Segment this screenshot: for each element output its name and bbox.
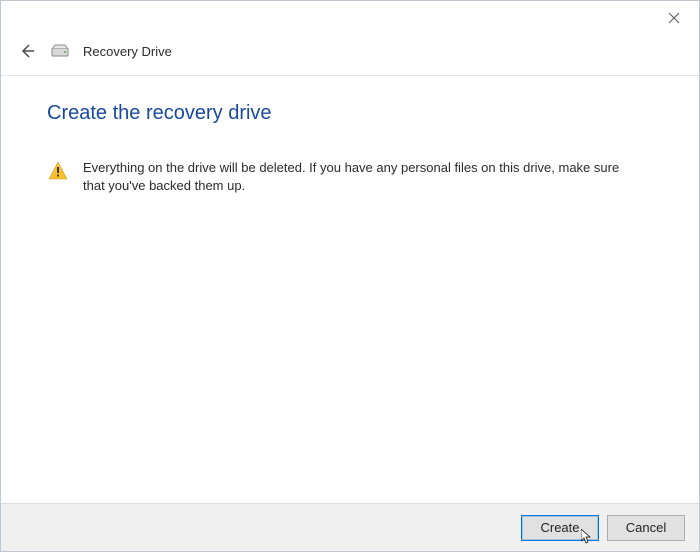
close-button[interactable] <box>661 5 687 31</box>
warning-section: Everything on the drive will be deleted.… <box>47 159 653 194</box>
titlebar <box>1 1 699 35</box>
create-button[interactable]: Create <box>521 515 599 541</box>
close-icon <box>668 12 680 24</box>
back-arrow-icon <box>19 43 35 59</box>
header-row: Recovery Drive <box>1 35 699 76</box>
page-heading: Create the recovery drive <box>47 102 653 125</box>
warning-text: Everything on the drive will be deleted.… <box>83 159 623 194</box>
recovery-drive-window: Recovery Drive Create the recovery drive… <box>0 0 700 552</box>
content-area: Create the recovery drive Everything on … <box>1 76 699 503</box>
cancel-button[interactable]: Cancel <box>607 515 685 541</box>
warning-icon <box>47 160 69 182</box>
window-title: Recovery Drive <box>83 44 172 59</box>
footer: Create Cancel <box>1 503 699 551</box>
back-button[interactable] <box>17 41 37 61</box>
drive-icon <box>51 44 69 58</box>
